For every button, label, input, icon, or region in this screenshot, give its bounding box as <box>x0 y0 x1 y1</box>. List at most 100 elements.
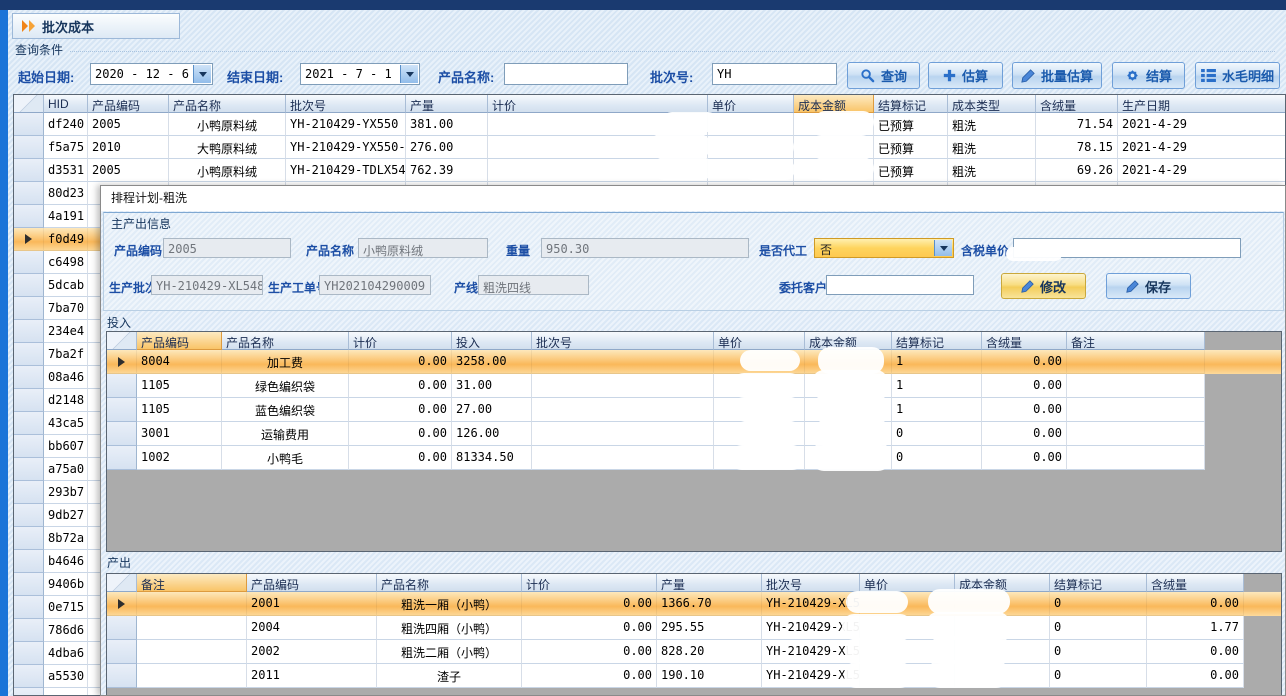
column-header[interactable]: 含绒量 <box>1036 95 1118 113</box>
column-header[interactable]: 批次号 <box>286 95 406 113</box>
column-header[interactable]: 批次号 <box>532 332 714 350</box>
chevron-down-icon[interactable] <box>400 65 418 83</box>
row-selector[interactable] <box>14 343 44 366</box>
batch-estimate-button[interactable]: 批量估算 <box>1012 62 1102 89</box>
column-header[interactable]: 产品编码 <box>137 332 222 350</box>
tab-batch-cost[interactable]: 批次成本 <box>12 13 180 39</box>
water-down-detail-button[interactable]: 水毛明细 <box>1195 62 1280 89</box>
row-selector[interactable] <box>14 159 44 182</box>
column-header[interactable]: 单价 <box>708 95 794 113</box>
column-header[interactable]: 计价 <box>349 332 452 350</box>
table-row[interactable]: 2011渣子0.00190.10YH-210429-XL54800.00 <box>107 664 1281 688</box>
column-header[interactable]: 结算标记 <box>874 95 948 113</box>
row-selector[interactable] <box>14 573 44 596</box>
grid-cell: 762.39 <box>406 159 488 182</box>
table-row[interactable]: d3531...2005小鸭原料绒YH-210429-TDLX547762.39… <box>14 159 1285 182</box>
column-header[interactable]: 单价 <box>714 332 805 350</box>
row-selector[interactable] <box>14 228 44 251</box>
client-field[interactable] <box>826 275 974 295</box>
start-date-picker[interactable]: 2020 - 12 - 6 <box>90 63 213 85</box>
chevron-down-icon[interactable] <box>193 65 211 83</box>
row-selector[interactable] <box>14 619 44 642</box>
column-header[interactable]: 批次号 <box>762 574 860 592</box>
search-button[interactable]: 查询 <box>847 62 920 89</box>
select-all-corner[interactable] <box>14 95 44 113</box>
row-selector[interactable] <box>107 374 137 398</box>
row-selector[interactable] <box>14 297 44 320</box>
column-header[interactable]: 产品名称 <box>222 332 349 350</box>
chevron-down-icon[interactable] <box>934 240 952 256</box>
row-selector[interactable] <box>14 136 44 159</box>
column-header[interactable]: 产品编码 <box>88 95 169 113</box>
table-row[interactable]: 2001粗洗一厢（小鸭）0.001366.70YH-210429-XL54800… <box>107 592 1281 616</box>
table-row[interactable]: 1105绿色编织袋0.0031.0010.00 <box>107 374 1281 398</box>
grid-cell: 小鸭毛 <box>222 446 349 470</box>
row-selector[interactable] <box>107 616 137 640</box>
grid-cell: 786d6.. <box>44 619 88 642</box>
row-selector[interactable] <box>107 398 137 422</box>
column-header[interactable]: 备注 <box>137 574 247 592</box>
settle-button[interactable]: 结算 <box>1112 62 1185 89</box>
column-header[interactable]: 备注 <box>1067 332 1205 350</box>
row-selector[interactable] <box>14 527 44 550</box>
end-date-picker[interactable]: 2021 - 7 - 1 <box>300 63 420 85</box>
row-selector[interactable] <box>107 422 137 446</box>
column-header[interactable]: 投入 <box>452 332 532 350</box>
grid-cell: 81334.50 <box>452 446 532 470</box>
estimate-button[interactable]: 估算 <box>928 62 1003 89</box>
row-selector[interactable] <box>14 435 44 458</box>
save-button[interactable]: 保存 <box>1106 273 1191 299</box>
row-selector[interactable] <box>107 640 137 664</box>
batch-no-input[interactable] <box>712 63 837 85</box>
table-row[interactable]: 3001运输费用0.00126.0000.00 <box>107 422 1281 446</box>
column-header[interactable]: 计价 <box>522 574 657 592</box>
row-selector[interactable] <box>107 664 137 688</box>
row-selector[interactable] <box>107 592 137 616</box>
column-header[interactable]: 含绒量 <box>1147 574 1244 592</box>
select-all-corner[interactable] <box>107 574 137 592</box>
row-selector[interactable] <box>14 596 44 619</box>
row-selector[interactable] <box>14 320 44 343</box>
row-selector[interactable] <box>14 642 44 665</box>
is-outsourced-select[interactable]: 否 <box>814 238 954 258</box>
product-name-input[interactable] <box>504 63 628 85</box>
column-header[interactable]: 产品名称 <box>169 95 286 113</box>
grid-cell: 43ca5.. <box>44 412 88 435</box>
column-header[interactable]: 结算标记 <box>892 332 982 350</box>
row-selector[interactable] <box>14 274 44 297</box>
row-selector[interactable] <box>14 182 44 205</box>
row-selector[interactable] <box>14 688 44 696</box>
row-selector[interactable] <box>14 113 44 136</box>
column-header[interactable]: 产量 <box>657 574 762 592</box>
column-header[interactable]: HID <box>44 95 88 113</box>
table-row[interactable]: 8004加工费0.003258.0010.00 <box>107 350 1281 374</box>
table-row[interactable]: 2004粗洗四厢（小鸭）0.00295.55YH-210429-XL54801.… <box>107 616 1281 640</box>
row-selector[interactable] <box>14 366 44 389</box>
table-row[interactable]: df240...2005小鸭原料绒YH-210429-YX550381.00已预… <box>14 113 1285 136</box>
table-row[interactable]: 2002粗洗二厢（小鸭）0.00828.20YH-210429-XL54800.… <box>107 640 1281 664</box>
row-selector[interactable] <box>14 251 44 274</box>
row-selector[interactable] <box>14 665 44 688</box>
column-header[interactable]: 成本类型 <box>948 95 1036 113</box>
row-selector[interactable] <box>14 550 44 573</box>
column-header[interactable]: 产量 <box>406 95 488 113</box>
modify-button[interactable]: 修改 <box>1001 273 1086 299</box>
row-selector[interactable] <box>14 481 44 504</box>
column-header[interactable]: 生产日期 <box>1118 95 1286 113</box>
row-selector[interactable] <box>14 458 44 481</box>
table-row[interactable]: 1002小鸭毛0.0081334.5000.00 <box>107 446 1281 470</box>
column-header[interactable]: 含绒量 <box>982 332 1067 350</box>
table-row[interactable]: 1105蓝色编织袋0.0027.0010.00 <box>107 398 1281 422</box>
redaction-blob <box>730 445 804 470</box>
column-header[interactable]: 结算标记 <box>1050 574 1147 592</box>
row-selector[interactable] <box>14 205 44 228</box>
column-header[interactable]: 产品编码 <box>247 574 377 592</box>
row-selector[interactable] <box>107 446 137 470</box>
select-all-corner[interactable] <box>107 332 137 350</box>
column-header[interactable]: 计价 <box>488 95 708 113</box>
row-selector[interactable] <box>14 504 44 527</box>
row-selector[interactable] <box>14 389 44 412</box>
column-header[interactable]: 产品名称 <box>377 574 522 592</box>
row-selector[interactable] <box>107 350 137 374</box>
row-selector[interactable] <box>14 412 44 435</box>
